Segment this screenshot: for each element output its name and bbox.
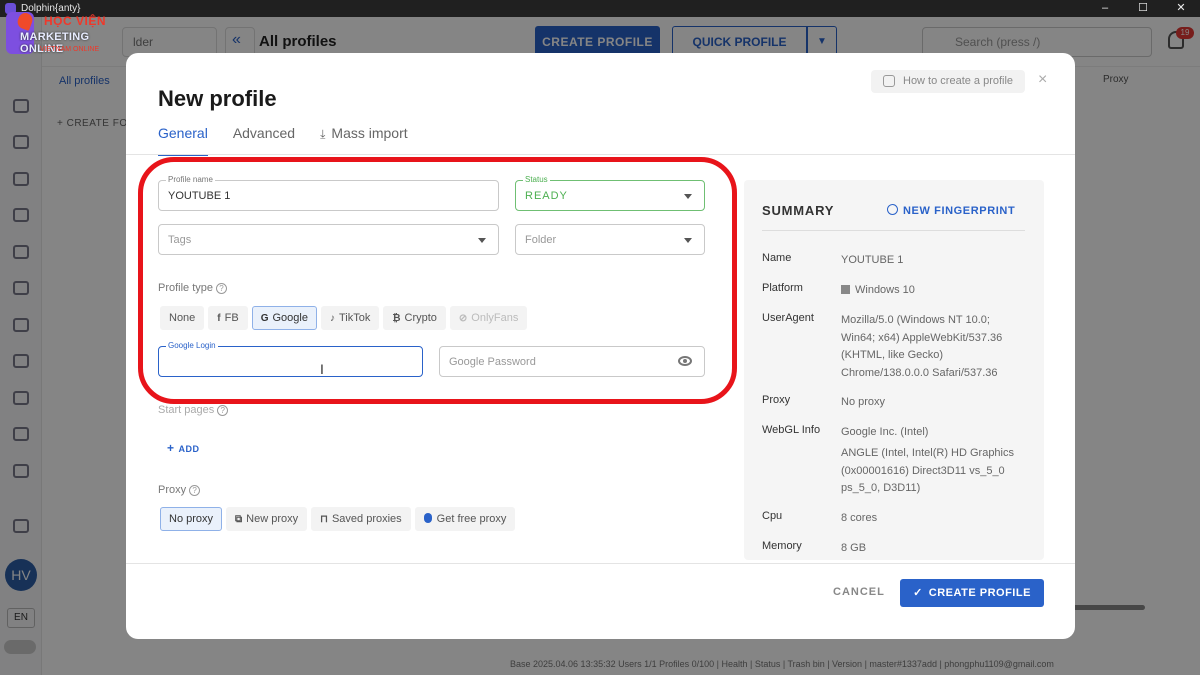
start-pages-label: Start pages? [158, 404, 229, 416]
video-icon [883, 75, 895, 87]
proxy-new[interactable]: ⧉ New proxy [226, 507, 308, 531]
summary-key: Platform [762, 282, 803, 294]
free-proxy-label: Get free proxy [436, 513, 507, 525]
footer-divider [126, 563, 1075, 564]
how-to-button[interactable]: How to create a profile [871, 70, 1025, 93]
cancel-button[interactable]: CANCEL [833, 586, 885, 598]
summary-title: SUMMARY [762, 203, 835, 218]
help-icon[interactable]: ? [217, 405, 229, 416]
add-start-page-button[interactable]: + ADD [167, 441, 200, 455]
summary-key: Cpu [762, 510, 783, 522]
window-titlebar: Dolphin{anty} – ☐ ✕ [0, 0, 1200, 17]
new-window-icon: ⧉ [235, 514, 243, 525]
summary-value: Windows 10 [841, 282, 1021, 300]
create-profile-label: CREATE PROFILE [928, 587, 1031, 599]
logo-line1: HỌC VIỆN [44, 14, 107, 28]
add-label: ADD [178, 444, 200, 454]
proxy-saved[interactable]: ⊓ Saved proxies [311, 507, 411, 531]
summary-value: 8 cores [841, 512, 878, 524]
start-pages-text: Start pages [158, 404, 215, 416]
summary-divider [762, 230, 1025, 231]
summary-value: Mozilla/5.0 (Windows NT 10.0; Win64; x64… [841, 314, 1003, 379]
windows-icon [841, 285, 850, 294]
help-icon[interactable]: ? [189, 485, 201, 496]
saved-proxies-label: Saved proxies [331, 513, 402, 525]
minimize-button[interactable]: – [1086, 0, 1124, 17]
summary-key: Memory [762, 540, 802, 552]
how-to-label: How to create a profile [903, 75, 1014, 87]
logo-line3: VIETNAM ONLINE [40, 46, 100, 53]
platform-value: Windows 10 [855, 284, 915, 296]
summary-key: WebGL Info [762, 424, 821, 436]
summary-value: Google Inc. (Intel) [841, 426, 929, 438]
new-fingerprint-button[interactable]: NEW FINGERPRINT [887, 204, 1015, 217]
fingerprint-icon [887, 204, 898, 215]
proxy-options: No proxy ⧉ New proxy ⊓ Saved proxies Get f… [160, 507, 516, 531]
summary-value: ANGLE (Intel, Intel(R) HD Graphics (0x00… [841, 447, 1014, 494]
summary-value: 8 GB [841, 542, 867, 554]
tab-general[interactable]: General [158, 125, 208, 156]
tab-advanced[interactable]: Advanced [233, 125, 295, 154]
new-profile-modal: New profile How to create a profile × Ge… [126, 53, 1075, 639]
bookmark-icon: ⊓ [320, 514, 328, 525]
plus-icon: + [167, 441, 175, 455]
summary-value: YOUTUBE 1 [841, 254, 904, 266]
close-icon[interactable]: × [1038, 71, 1047, 89]
modal-title: New profile [158, 86, 277, 111]
summary-panel: SUMMARY NEW FINGERPRINT Name YOUTUBE 1 Pl… [744, 180, 1044, 560]
maximize-button[interactable]: ☐ [1124, 0, 1162, 17]
summary-key: UserAgent [762, 312, 814, 324]
tab-mass-import[interactable]: ⤓ Mass import [320, 125, 408, 154]
download-icon: ⤓ [320, 127, 326, 141]
tabs-divider [126, 154, 1075, 155]
summary-key: Name [762, 252, 792, 264]
create-profile-button[interactable]: ✓ CREATE PROFILE [900, 579, 1044, 607]
modal-tabs: General Advanced ⤓ Mass import [158, 125, 433, 156]
red-highlight-annotation [138, 157, 737, 404]
watermark-logo: HỌC VIỆN MARKETING ONLINE VIETNAM ONLINE [6, 11, 126, 60]
proxy-text: Proxy [158, 484, 187, 496]
proxy-label: Proxy? [158, 484, 201, 496]
fire-icon [423, 513, 432, 523]
summary-value: No proxy [841, 396, 886, 408]
new-fingerprint-label: NEW FINGERPRINT [903, 205, 1016, 217]
tab-mass-import-label: Mass import [331, 125, 408, 141]
close-window-button[interactable]: ✕ [1162, 0, 1200, 17]
proxy-free[interactable]: Get free proxy [414, 507, 516, 531]
summary-key: Proxy [762, 394, 791, 406]
new-proxy-label: New proxy [246, 513, 299, 525]
proxy-none[interactable]: No proxy [160, 507, 223, 531]
check-icon: ✓ [913, 587, 923, 599]
